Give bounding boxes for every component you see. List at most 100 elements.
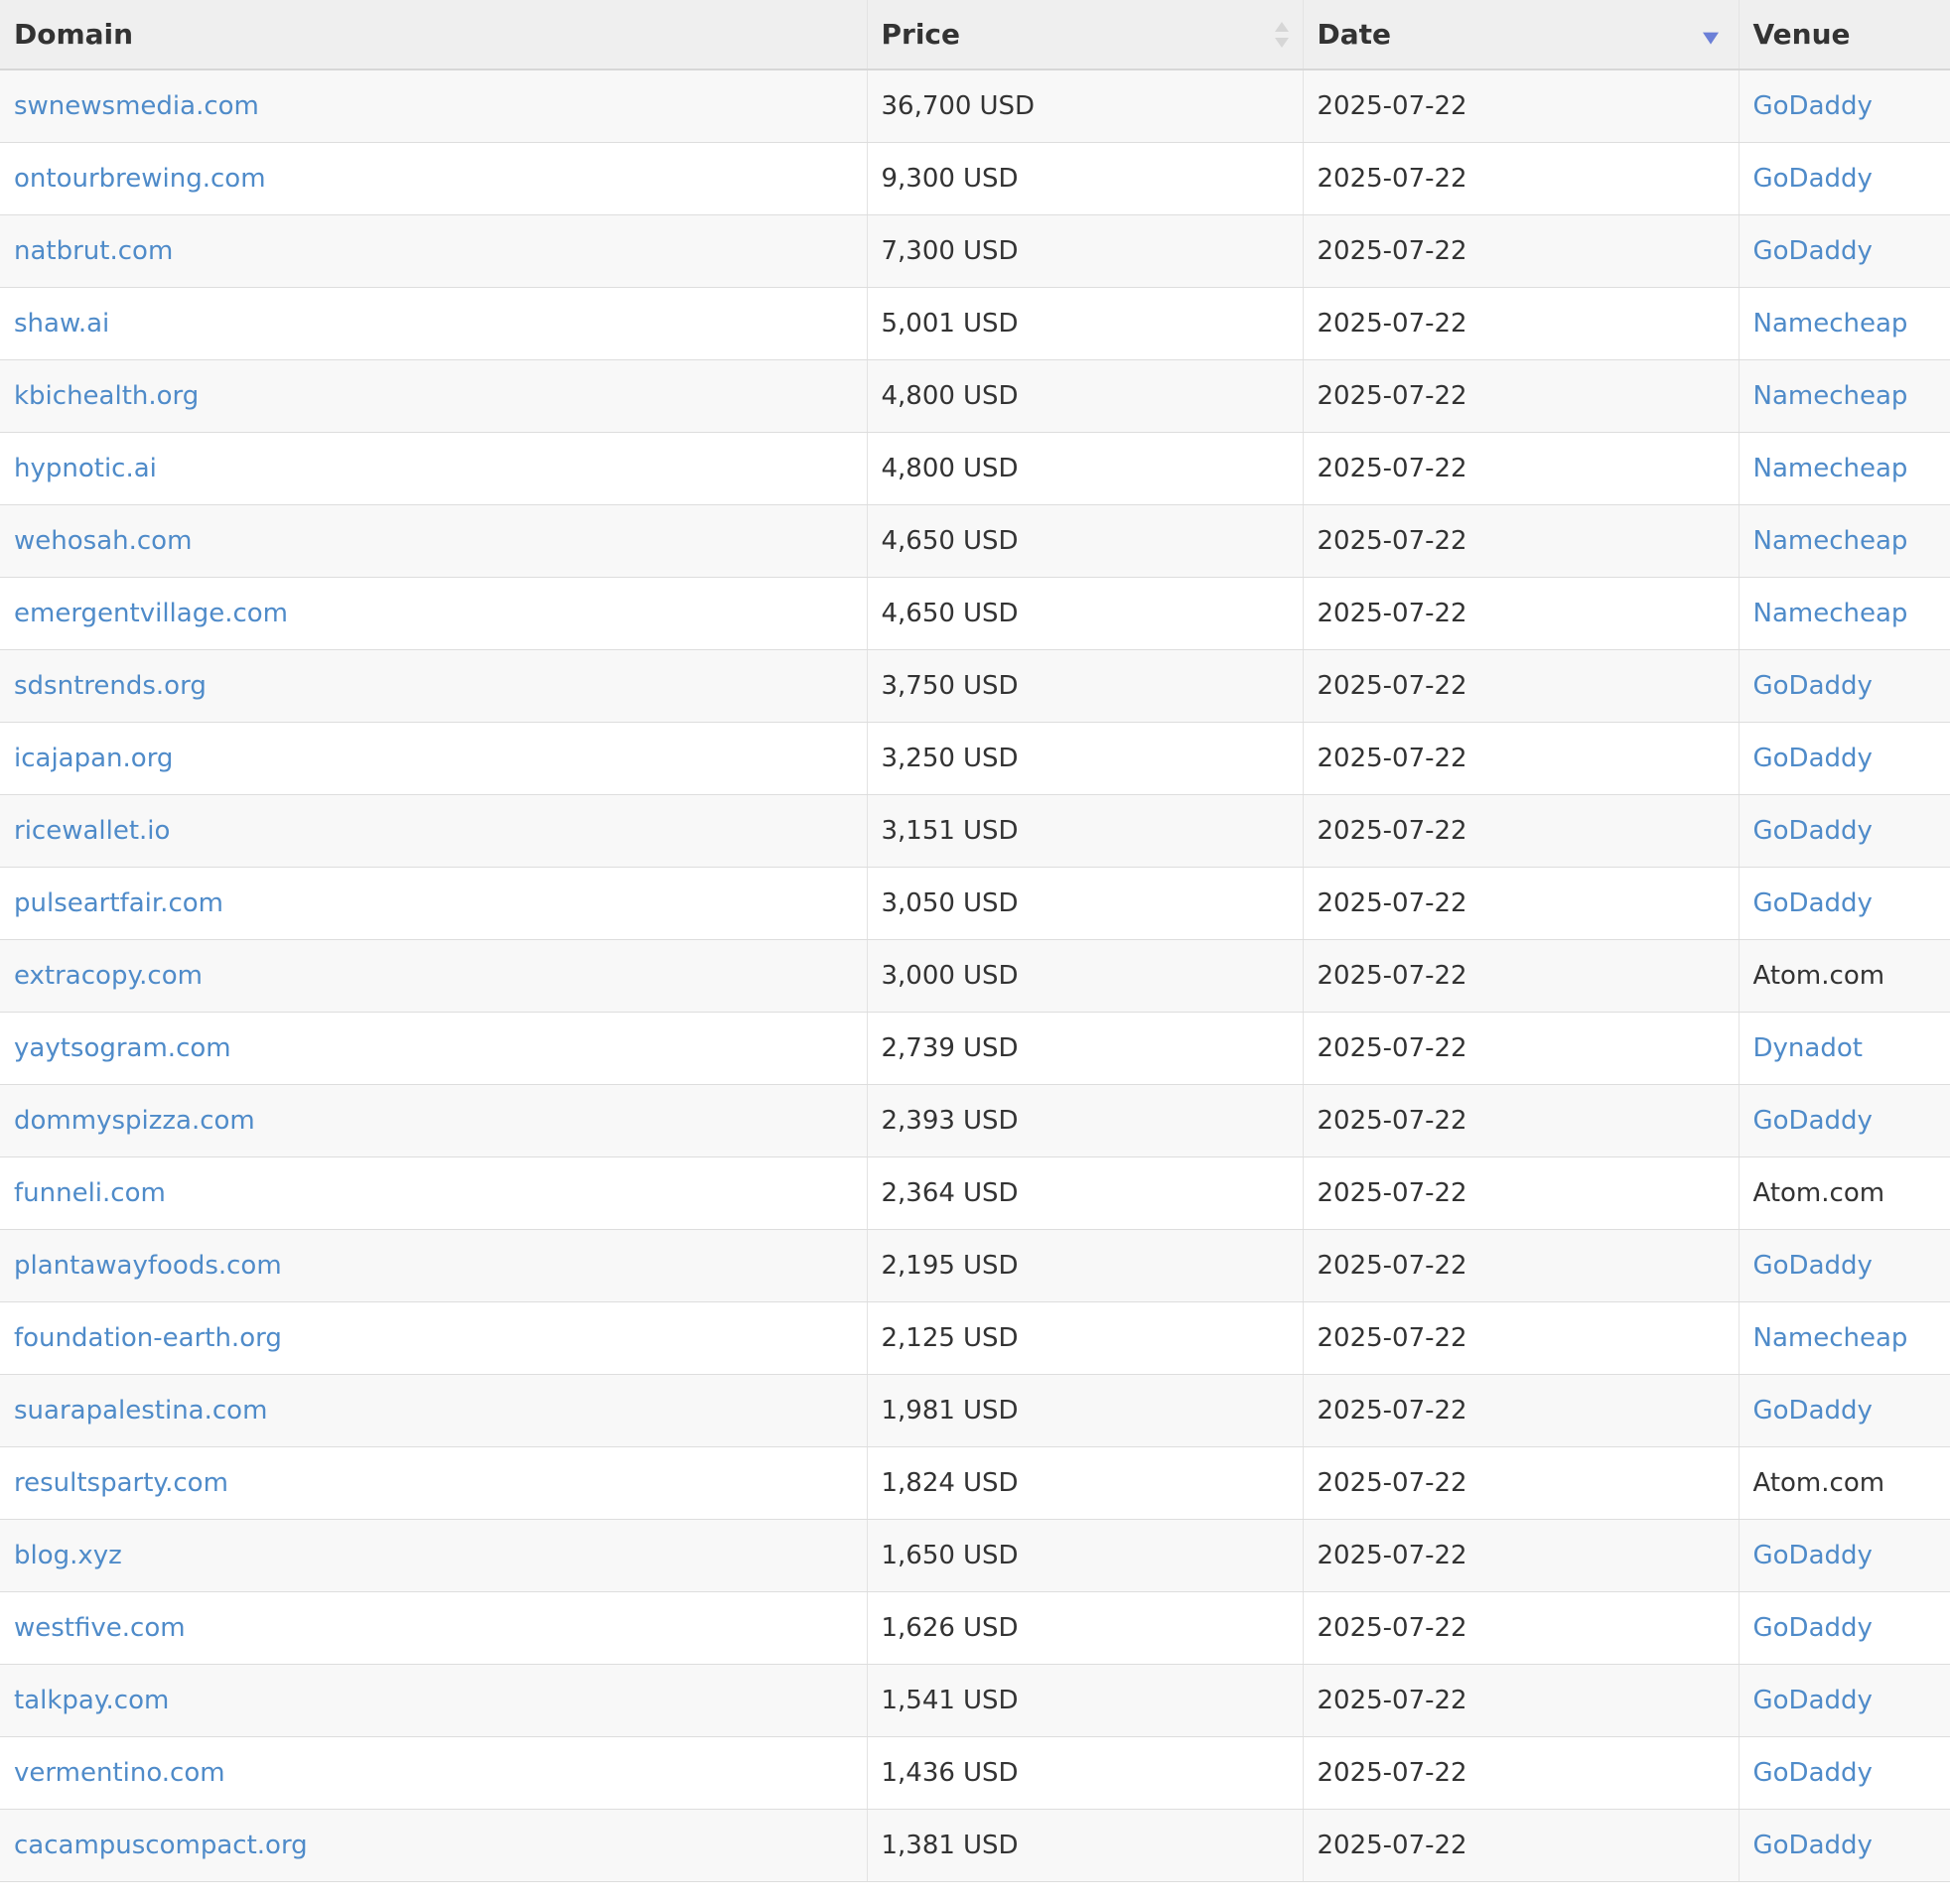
domain-link[interactable]: extracopy.com [14,961,203,991]
table-row: westfive.com 1,626 USD 2025-07-22 GoDaddy [0,1591,1950,1665]
venue-link[interactable]: Namecheap [1753,309,1908,339]
table-row: extracopy.com 3,000 USD 2025-07-22 Atom.com [0,939,1950,1013]
column-header-date[interactable]: Date [1303,0,1740,70]
date-cell: 2025-07-22 [1303,69,1740,143]
venue-cell: Atom.com [1739,1446,1950,1520]
domain-link[interactable]: natbrut.com [14,236,173,266]
venue-link[interactable]: GoDaddy [1753,1686,1873,1715]
venue-link[interactable]: GoDaddy [1753,816,1873,846]
venue-cell: GoDaddy [1739,214,1950,288]
date-cell: 2025-07-22 [1303,649,1740,723]
domain-cell: sdsntrends.org [0,649,868,723]
domain-cell: kbichealth.org [0,359,868,433]
domain-link[interactable]: foundation-earth.org [14,1323,282,1353]
domain-link[interactable]: hypnotic.ai [14,454,157,483]
price-cell: 1,436 USD [867,1736,1304,1810]
domain-link[interactable]: swnewsmedia.com [14,91,259,121]
venue-link[interactable]: Namecheap [1753,381,1908,411]
domain-link[interactable]: westfive.com [14,1613,186,1643]
domain-link[interactable]: dommyspizza.com [14,1106,255,1136]
date-cell: 2025-07-22 [1303,1374,1740,1447]
venue-link[interactable]: GoDaddy [1753,236,1873,266]
price-cell: 4,800 USD [867,359,1304,433]
price-cell: 2,739 USD [867,1012,1304,1085]
domain-link[interactable]: plantawayfoods.com [14,1251,282,1281]
venue-link[interactable]: GoDaddy [1753,1396,1873,1426]
table-row: wehosah.com 4,650 USD 2025-07-22 Namecheap [0,504,1950,578]
column-header-domain[interactable]: Domain [0,0,868,70]
price-cell: 3,151 USD [867,794,1304,868]
price-currency: USD [962,1322,1019,1353]
domain-link[interactable]: pulseartfair.com [14,888,223,918]
date-cell: 2025-07-22 [1303,1664,1740,1737]
domain-link[interactable]: sdsntrends.org [14,671,207,701]
price-amount: 1,626 [881,1612,955,1643]
price-cell: 2,125 USD [867,1301,1304,1375]
price-cell: 3,750 USD [867,649,1304,723]
domain-link[interactable]: talkpay.com [14,1686,169,1715]
table-body: swnewsmedia.com 36,700 USD 2025-07-22 GoDadd… [0,69,1950,1882]
sort-up-arrow-icon [1274,21,1289,32]
venue-link[interactable]: GoDaddy [1753,671,1873,701]
price-amount: 4,800 [881,380,955,411]
domain-link[interactable]: shaw.ai [14,309,109,339]
price-amount: 1,436 [881,1757,955,1788]
domain-link[interactable]: suarapalestina.com [14,1396,267,1426]
venue-link[interactable]: GoDaddy [1753,91,1873,121]
domain-link[interactable]: ricewallet.io [14,816,170,846]
price-currency: USD [962,1757,1019,1788]
venue-link[interactable]: GoDaddy [1753,1613,1873,1643]
table-row: icajapan.org 3,250 USD 2025-07-22 GoDaddy [0,722,1950,795]
venue-link[interactable]: Namecheap [1753,526,1908,556]
price-amount: 2,125 [881,1322,955,1353]
venue-link[interactable]: Namecheap [1753,454,1908,483]
price-amount: 1,381 [881,1830,955,1860]
price-amount: 2,364 [881,1177,955,1208]
domain-link[interactable]: kbichealth.org [14,381,199,411]
sort-both-icon[interactable] [1274,21,1289,49]
domain-link[interactable]: resultsparty.com [14,1468,228,1498]
column-header-venue[interactable]: Venue [1739,0,1950,70]
date-cell: 2025-07-22 [1303,1156,1740,1230]
venue-link[interactable]: GoDaddy [1753,1831,1873,1860]
venue-link[interactable]: GoDaddy [1753,1106,1873,1136]
domain-link[interactable]: yaytsogram.com [14,1033,231,1063]
venue-link[interactable]: Namecheap [1753,1323,1908,1353]
domain-link[interactable]: cacampuscompact.org [14,1831,308,1860]
price-amount: 1,824 [881,1467,955,1498]
domain-link[interactable]: funneli.com [14,1178,166,1208]
domain-link[interactable]: icajapan.org [14,744,173,773]
sort-descending-icon[interactable] [1702,32,1719,45]
table-row: hypnotic.ai 4,800 USD 2025-07-22 Namecheap [0,432,1950,505]
venue-link[interactable]: GoDaddy [1753,1541,1873,1570]
venue-link[interactable]: Namecheap [1753,599,1908,628]
price-cell: 1,650 USD [867,1519,1304,1592]
price-currency: USD [962,1250,1019,1281]
price-amount: 36,700 [881,90,972,121]
table-row: ontourbrewing.com 9,300 USD 2025-07-22 GoDad… [0,142,1950,215]
date-cell: 2025-07-22 [1303,142,1740,215]
venue-link[interactable]: GoDaddy [1753,1251,1873,1281]
price-amount: 3,750 [881,670,955,701]
venue-link[interactable]: Dynadot [1753,1033,1863,1063]
venue-link[interactable]: GoDaddy [1753,744,1873,773]
venue-cell: Namecheap [1739,359,1950,433]
domain-link[interactable]: wehosah.com [14,526,192,556]
venue-text: Atom.com [1752,1177,1885,1208]
domain-link[interactable]: blog.xyz [14,1541,122,1570]
price-amount: 2,195 [881,1250,955,1281]
venue-link[interactable]: GoDaddy [1753,1758,1873,1788]
table-row: cacampuscompact.org 1,381 USD 2025-07-22 GoD… [0,1809,1950,1882]
price-currency: USD [962,743,1019,773]
domain-link[interactable]: ontourbrewing.com [14,164,266,194]
domain-link[interactable]: emergentvillage.com [14,599,288,628]
domain-link[interactable]: vermentino.com [14,1758,225,1788]
column-header-price[interactable]: Price [867,0,1304,70]
venue-cell: GoDaddy [1739,649,1950,723]
venue-link[interactable]: GoDaddy [1753,888,1873,918]
price-cell: 2,195 USD [867,1229,1304,1302]
price-cell: 5,001 USD [867,287,1304,360]
venue-cell: GoDaddy [1739,1809,1950,1882]
venue-link[interactable]: GoDaddy [1753,164,1873,194]
price-cell: 4,800 USD [867,432,1304,505]
